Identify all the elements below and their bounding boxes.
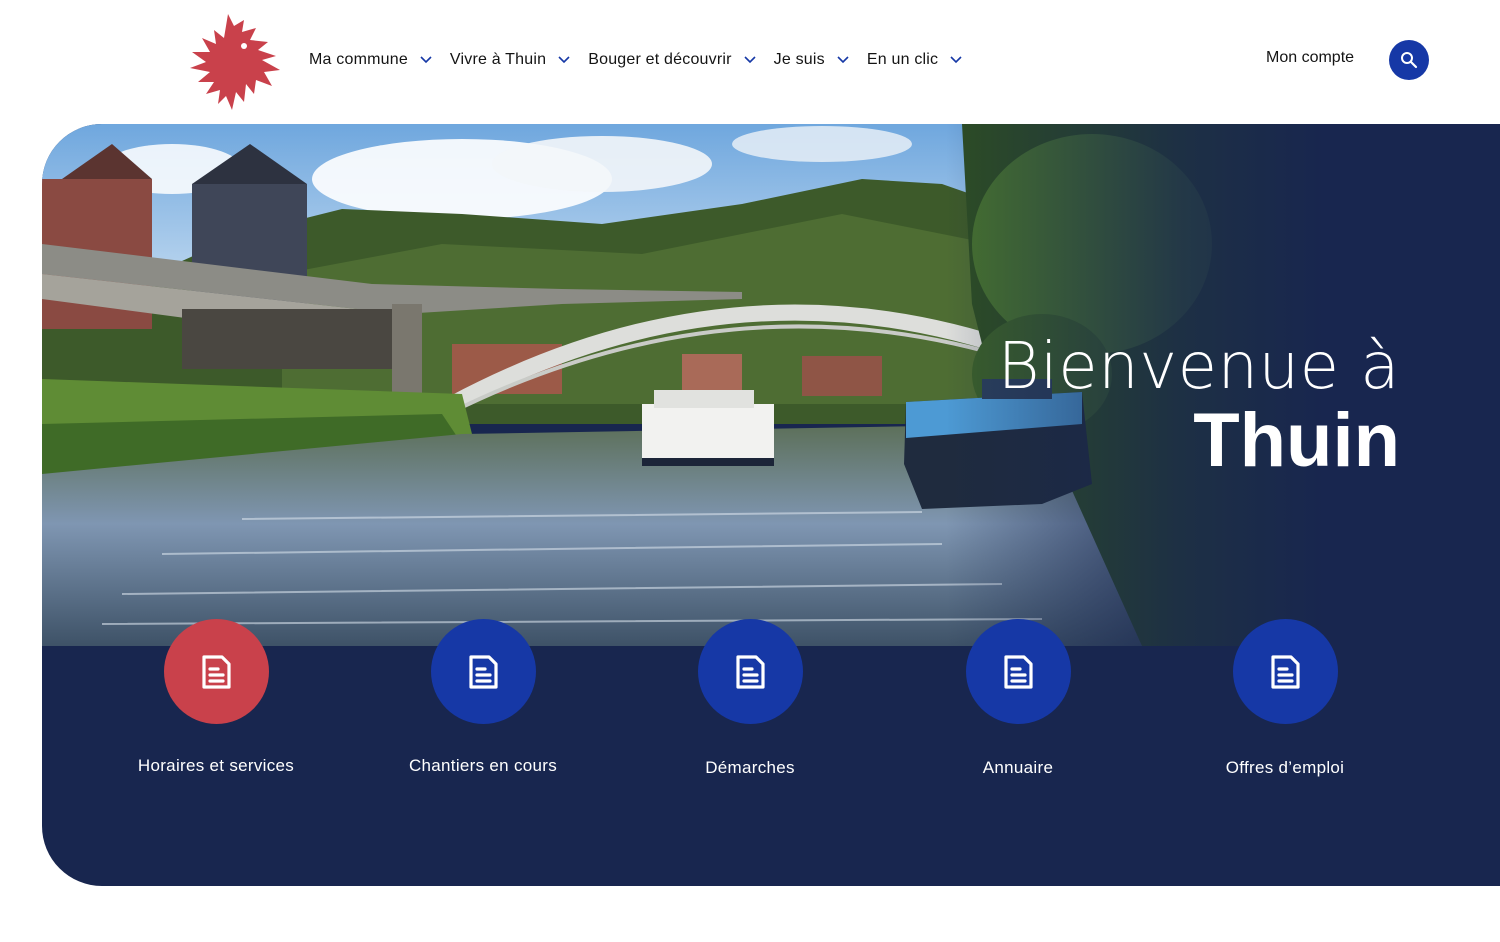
welcome-line2-town: Thuin (1193, 398, 1400, 483)
quick-link-annuaire[interactable]: Annuaire (908, 619, 1128, 778)
quick-link-label: Chantiers en cours (408, 756, 558, 775)
quick-link-label: Annuaire (982, 758, 1054, 777)
quick-link-circle (1232, 619, 1338, 724)
quick-link-circle (163, 619, 269, 724)
chevron-down-icon (744, 56, 756, 64)
quick-links: Horaires et services Chantiers en cours … (42, 619, 1500, 819)
quick-link-label: Démarches (705, 758, 795, 777)
quick-link-label: Horaires et services (137, 756, 295, 775)
nav-item-bouger-et-decouvrir[interactable]: Bouger et découvrir (588, 51, 756, 69)
main-nav: Ma commune Vivre à Thuin Bouger et décou… (309, 47, 980, 73)
search-icon (1401, 52, 1418, 69)
nav-item-label: Je suis (773, 51, 825, 68)
quick-link-label: Offres d’emploi (1225, 758, 1345, 777)
account-link[interactable]: Mon compte (1266, 49, 1354, 67)
nav-item-vivre-a-thuin[interactable]: Vivre à Thuin (450, 51, 570, 69)
welcome-line1: Bienvenue à (997, 330, 1400, 404)
quick-link-horaires[interactable]: Horaires et services (106, 619, 326, 776)
chevron-down-icon (837, 56, 849, 64)
chevron-down-icon (558, 56, 570, 64)
document-icon (1271, 654, 1300, 689)
nav-item-label: Ma commune (309, 51, 408, 68)
document-icon (1004, 654, 1033, 689)
welcome-heading: Bienvenue à Thuin (997, 330, 1400, 484)
nav-item-label: En un clic (866, 51, 939, 68)
nav-item-label: Vivre à Thuin (449, 51, 547, 68)
document-icon (202, 654, 231, 689)
quick-link-chantiers[interactable]: Chantiers en cours (373, 619, 593, 776)
nav-item-ma-commune[interactable]: Ma commune (309, 51, 432, 69)
nav-item-label: Bouger et découvrir (588, 51, 732, 68)
hero-section: Bienvenue à Thuin Horaires et services C… (42, 124, 1500, 886)
search-button[interactable] (1389, 40, 1429, 80)
document-icon (469, 654, 498, 689)
quick-link-circle (430, 619, 536, 724)
document-icon (736, 654, 765, 689)
nav-item-je-suis[interactable]: Je suis (774, 51, 849, 69)
lion-logo-icon[interactable] (184, 12, 288, 116)
chevron-down-icon (950, 56, 962, 64)
chevron-down-icon (420, 56, 432, 64)
quick-link-demarches[interactable]: Démarches (640, 619, 860, 778)
quick-link-circle (697, 619, 803, 724)
nav-item-en-un-clic[interactable]: En un clic (867, 51, 962, 69)
quick-link-offres-emploi[interactable]: Offres d’emploi (1175, 619, 1395, 778)
site-header: Ma commune Vivre à Thuin Bouger et décou… (0, 0, 1500, 120)
quick-link-circle (965, 619, 1071, 724)
